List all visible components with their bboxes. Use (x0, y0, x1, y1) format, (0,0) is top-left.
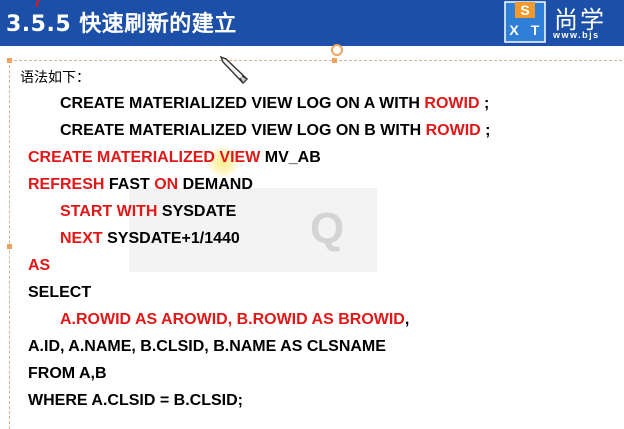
logo-letter-x: X (509, 22, 519, 38)
code-line-10: A.ID, A.NAME, B.CLSID, B.NAME AS CLSNAME (28, 338, 386, 355)
code-line-12: WHERE A.CLSID = B.CLSID; (28, 392, 243, 409)
logo-url-text: www.bjs (553, 30, 600, 40)
resize-handle-top-mid[interactable] (332, 58, 337, 63)
pen-cursor-icon (219, 55, 249, 85)
overlay-watermark-letter: Q (310, 204, 345, 253)
rotation-handle[interactable] (331, 44, 343, 56)
code-line-8: SELECT (28, 284, 92, 301)
slide-title: 3.5.5 快速刷新的建立 (6, 12, 237, 37)
code-line-9: A.ROWID AS AROWID, B.ROWID AS BROWID, (60, 311, 410, 328)
resize-handle-top-left[interactable] (7, 58, 12, 63)
code-line-4: REFRESH FAST ON DEMAND (28, 176, 253, 193)
code-line-2: CREATE MATERIALIZED VIEW LOG ON B WITH R… (60, 122, 491, 139)
resize-handle-left-mid[interactable] (7, 244, 12, 249)
code-line-1: CREATE MATERIALIZED VIEW LOG ON A WITH R… (60, 95, 490, 112)
code-line-11: FROM A,B (28, 365, 107, 382)
code-line-5: START WITH SYSDATE (60, 203, 237, 220)
code-line-3: CREATE MATERIALIZED VIEW MV_AB (28, 149, 321, 166)
code-line-7: AS (28, 257, 51, 274)
slide-header: 3.5.5 快速刷新的建立 S X T 尚学 www.bjs (0, 0, 624, 46)
code-line-6: NEXT SYSDATE+1/1440 (60, 230, 240, 247)
syntax-intro: 语法如下： (20, 70, 90, 86)
sxt-logo-icon: S X T (504, 1, 546, 43)
logo-letter-t: T (531, 22, 540, 38)
logo-letter-s: S (520, 2, 529, 18)
